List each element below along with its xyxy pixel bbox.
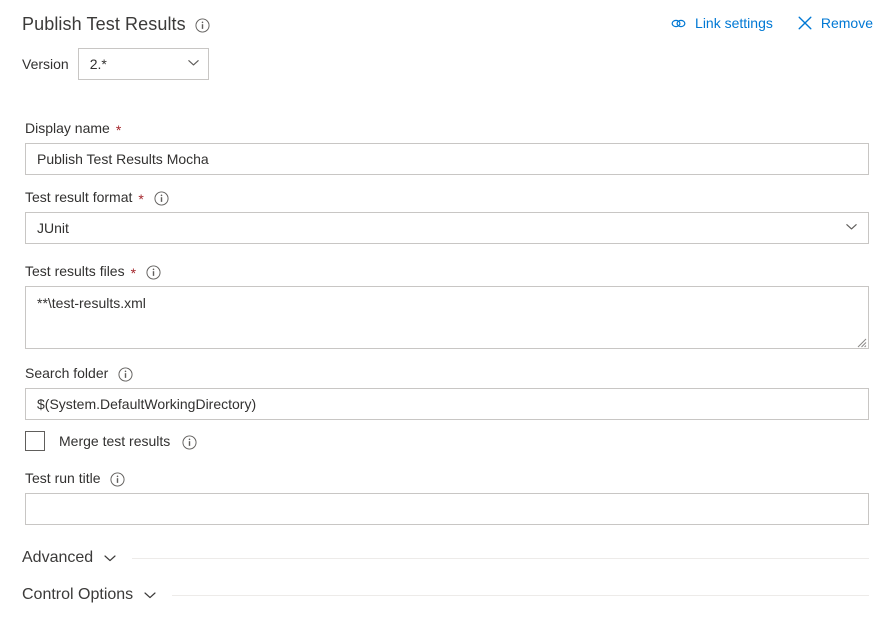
link-icon [670, 15, 687, 32]
display-name-field: Display name * [25, 118, 869, 175]
test-result-format-field: Test result format * JUnit [25, 187, 869, 244]
info-icon[interactable] [195, 17, 210, 33]
test-results-files-label: Test results files * [25, 261, 869, 281]
publish-test-results-task-editor: Publish Test Results Link settings Remov… [0, 0, 889, 637]
section-advanced[interactable]: Advanced [22, 547, 869, 569]
version-value: 2.* [89, 56, 107, 72]
title-group: Publish Test Results [22, 13, 210, 35]
test-run-title-field: Test run title [25, 468, 869, 525]
header-actions: Link settings Remove [670, 13, 873, 33]
search-folder-field: Search folder [25, 363, 869, 420]
display-name-label: Display name * [25, 118, 869, 138]
remove-button[interactable]: Remove [797, 13, 873, 33]
version-label: Version [22, 56, 69, 72]
test-result-format-dropdown[interactable]: JUnit [25, 212, 869, 244]
test-run-title-label-text: Test run title [25, 470, 101, 486]
info-icon[interactable] [110, 471, 126, 487]
chevron-down-icon [143, 588, 157, 602]
info-icon[interactable] [182, 434, 197, 450]
required-asterisk: * [115, 122, 122, 138]
chevron-down-icon [845, 220, 858, 236]
test-results-files-field: Test results files * [25, 261, 869, 349]
search-folder-label: Search folder [25, 363, 869, 383]
section-control-options-title: Control Options [22, 586, 134, 603]
search-folder-input[interactable] [25, 388, 869, 420]
link-settings-label: Link settings [695, 15, 773, 31]
section-divider [172, 594, 869, 596]
version-row: Version 2.* [22, 48, 209, 80]
version-dropdown[interactable]: 2.* [77, 48, 209, 80]
info-icon[interactable] [118, 366, 133, 382]
merge-test-results-row: Merge test results [25, 431, 197, 451]
close-icon [797, 15, 813, 31]
section-divider [132, 557, 869, 559]
search-folder-label-text: Search folder [25, 365, 109, 381]
merge-test-results-label[interactable]: Merge test results [59, 431, 170, 451]
test-result-format-value: JUnit [37, 220, 69, 236]
display-name-input[interactable] [25, 143, 869, 175]
page-title: Publish Test Results [22, 14, 186, 34]
display-name-label-text: Display name [25, 120, 110, 136]
link-settings-button[interactable]: Link settings [670, 13, 773, 33]
chevron-down-icon [103, 551, 117, 565]
test-results-files-textarea-wrap [25, 286, 869, 349]
test-run-title-input[interactable] [25, 493, 869, 525]
test-run-title-label: Test run title [25, 468, 869, 488]
remove-label: Remove [820, 15, 873, 31]
merge-test-results-checkbox[interactable] [25, 431, 45, 451]
required-asterisk: * [130, 265, 137, 281]
info-icon[interactable] [146, 264, 161, 280]
section-advanced-title: Advanced [22, 549, 94, 566]
test-results-files-label-text: Test results files [25, 263, 125, 279]
test-results-files-textarea[interactable] [25, 286, 869, 349]
task-header: Publish Test Results Link settings Remov… [0, 0, 889, 44]
section-control-options[interactable]: Control Options [22, 584, 869, 606]
chevron-down-icon [187, 56, 200, 72]
test-result-format-label-text: Test result format [25, 189, 133, 205]
test-result-format-label: Test result format * [25, 187, 869, 207]
info-icon[interactable] [154, 190, 169, 206]
required-asterisk: * [138, 191, 144, 207]
